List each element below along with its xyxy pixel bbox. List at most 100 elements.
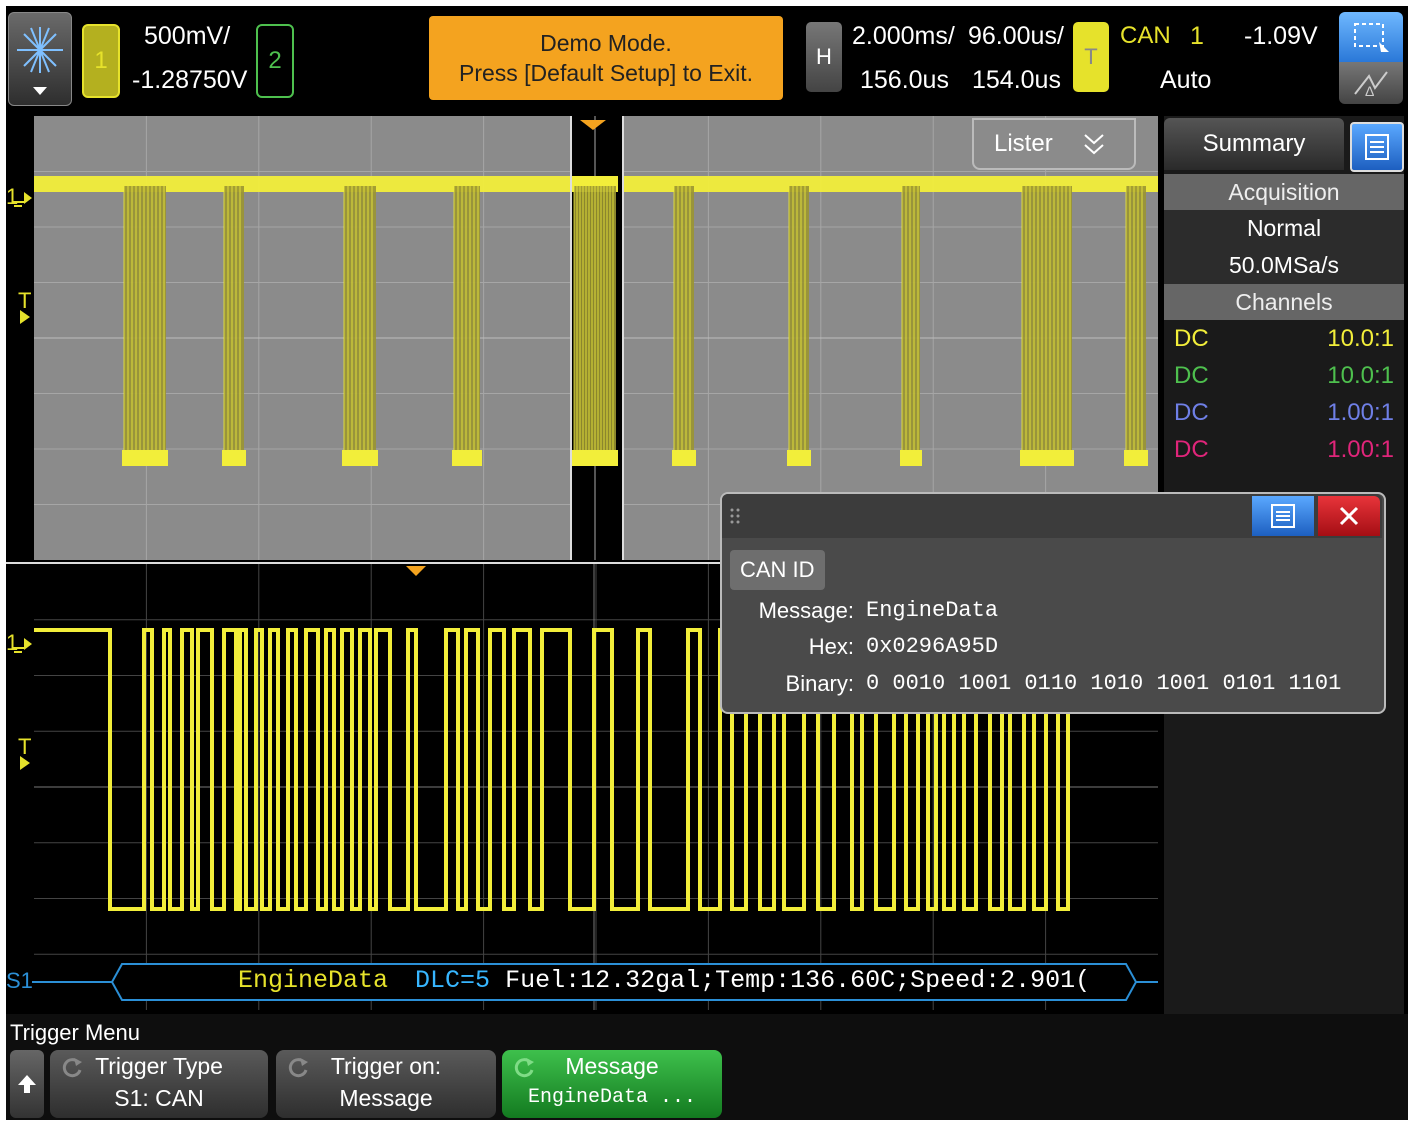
softkey-3-line-2: EngineData ... bbox=[527, 1086, 697, 1109]
channel-row[interactable]: DC 10.0:1 bbox=[1164, 320, 1404, 357]
softkey-trigger-type[interactable]: Trigger Type S1: CAN bbox=[50, 1050, 268, 1118]
zoom-ch1-ground-marker[interactable]: 1 bbox=[6, 630, 34, 658]
burst-body bbox=[902, 186, 920, 456]
popup-list-icon bbox=[1271, 504, 1295, 528]
channel-2-number: 2 bbox=[268, 47, 282, 74]
channel-row[interactable]: DC 10.0:1 bbox=[1164, 357, 1404, 394]
hex-label: Hex: bbox=[808, 634, 854, 659]
channels-header: Channels bbox=[1164, 284, 1404, 320]
decode-packet[interactable]: EngineData DLC=5 Fuel:12.32gal;Temp:136.… bbox=[238, 966, 1090, 995]
acquisition-mode: Normal bbox=[1164, 210, 1404, 247]
acquisition-header: Acquisition bbox=[1164, 174, 1404, 210]
horizontal-button[interactable]: H bbox=[806, 22, 842, 92]
zoom-trigger-arrow-icon bbox=[20, 756, 30, 770]
cursor-mode-button[interactable]: Δ bbox=[1339, 12, 1403, 104]
trigger-arrow-icon bbox=[20, 310, 30, 324]
burst-low bbox=[672, 450, 696, 466]
channel-coupling: DC bbox=[1174, 362, 1209, 389]
channel-row[interactable]: DC 1.00:1 bbox=[1164, 431, 1404, 468]
can-id-tag[interactable]: CAN ID bbox=[730, 550, 825, 590]
hex-value: 0x0296A95D bbox=[866, 634, 999, 659]
trigger-button[interactable]: T bbox=[1073, 22, 1109, 92]
burst-low bbox=[900, 450, 922, 466]
list-menu-icon bbox=[1365, 134, 1389, 160]
summary-tab[interactable]: Summary bbox=[1164, 118, 1344, 170]
t-label: T bbox=[1084, 44, 1098, 69]
trigger-channel: 1 bbox=[1190, 22, 1204, 50]
burst-low bbox=[342, 450, 378, 466]
decode-message-name: EngineData bbox=[238, 966, 389, 995]
zoom-region-box[interactable] bbox=[570, 116, 624, 560]
burst-low bbox=[452, 450, 482, 466]
trigger-level: -1.09V bbox=[1244, 22, 1318, 50]
lister-button[interactable]: Lister bbox=[972, 118, 1136, 170]
menu-logo-button[interactable] bbox=[8, 12, 72, 106]
message-label: Message: bbox=[758, 598, 854, 623]
menu-up-button[interactable] bbox=[10, 1050, 44, 1118]
burst-body bbox=[789, 186, 809, 456]
burst-low bbox=[1124, 450, 1148, 466]
channel-1-button[interactable]: 1 bbox=[82, 24, 120, 98]
serial-bus-label: S1 bbox=[6, 968, 33, 993]
ground-icon bbox=[12, 192, 32, 207]
trigger-level-marker[interactable]: T bbox=[18, 288, 31, 324]
zoom-scale: 156.0us bbox=[860, 66, 949, 94]
binary-value: 0 0010 1001 0110 1010 1001 0101 1101 bbox=[866, 671, 1342, 696]
popup-menu-button[interactable] bbox=[1252, 496, 1314, 536]
burst-body bbox=[224, 186, 244, 456]
channel-coupling: DC bbox=[1174, 325, 1209, 352]
channel-coupling: DC bbox=[1174, 436, 1209, 463]
ch1-ground-marker[interactable]: 1 bbox=[6, 184, 34, 212]
softkey-1-line-2: S1: CAN bbox=[114, 1085, 204, 1111]
measure-delta-icon: Δ bbox=[1354, 71, 1388, 99]
burst-low bbox=[122, 450, 168, 466]
drag-handle-icon[interactable] bbox=[728, 506, 742, 526]
demo-mode-banner[interactable]: Demo Mode. Press [Default Setup] to Exit… bbox=[429, 16, 783, 100]
arrow-up-icon bbox=[18, 1075, 36, 1093]
popup-close-button[interactable] bbox=[1318, 496, 1380, 536]
trigger-source: CAN bbox=[1120, 22, 1171, 49]
softkey-message[interactable]: Message EngineData ... bbox=[502, 1050, 722, 1118]
rotate-knob-icon-3 bbox=[514, 1058, 534, 1078]
can-id-popup: CAN ID Message: EngineData Hex: 0x0296A9… bbox=[720, 492, 1386, 714]
demo-line-1: Demo Mode. bbox=[540, 30, 672, 56]
channel-probe-ratio: 1.00:1 bbox=[1327, 436, 1394, 463]
softkey-trigger-on[interactable]: Trigger on: Message bbox=[276, 1050, 496, 1118]
channel-coupling: DC bbox=[1174, 399, 1209, 426]
softkey-2-line-2: Message bbox=[339, 1085, 433, 1111]
burst-low bbox=[787, 450, 811, 466]
channel-row[interactable]: DC 1.00:1 bbox=[1164, 394, 1404, 431]
rotate-knob-icon bbox=[62, 1058, 82, 1078]
demo-line-2: Press [Default Setup] to Exit. bbox=[458, 60, 754, 86]
decode-dlc: DLC=5 bbox=[415, 966, 491, 995]
channel-probe-ratio: 10.0:1 bbox=[1327, 325, 1394, 352]
burst-body bbox=[674, 186, 694, 456]
timebase-scale: 2.000ms/ bbox=[852, 22, 955, 50]
oscilloscope-screen: 1 500mV/ -1.28750V 2 Demo Mode. Press [D… bbox=[6, 6, 1408, 1120]
message-value: EngineData bbox=[866, 598, 999, 623]
binary-label: Binary: bbox=[785, 671, 854, 696]
dropdown-arrow-icon bbox=[33, 87, 47, 95]
summary-tab-label: Summary bbox=[1202, 130, 1306, 157]
menu-title: Trigger Menu bbox=[10, 1020, 141, 1045]
channel-1-number: 1 bbox=[94, 47, 108, 74]
burst-low bbox=[222, 450, 246, 466]
ch1-offset: -1.28750V bbox=[132, 66, 248, 94]
zoom-trigger-level-marker[interactable]: T bbox=[18, 734, 31, 770]
zoom-box-low bbox=[572, 450, 618, 466]
zoom-ground-icon bbox=[12, 638, 32, 653]
sample-rate: 50.0MSa/s bbox=[1164, 247, 1404, 284]
rotate-knob-icon-2 bbox=[288, 1058, 308, 1078]
channel-2-button[interactable]: 2 bbox=[256, 24, 294, 98]
popup-titlebar[interactable] bbox=[722, 494, 1382, 538]
sidebar-menu-button[interactable] bbox=[1350, 122, 1404, 172]
decode-payload: Fuel:12.32gal;Temp:136.60C;Speed:2.901( bbox=[505, 966, 1091, 995]
close-icon bbox=[1339, 506, 1359, 526]
timebase-delay: 96.00us/ bbox=[968, 22, 1064, 50]
zoom-trigger-marker-icon bbox=[406, 566, 426, 576]
burst-body bbox=[1126, 186, 1146, 456]
starburst-logo-icon bbox=[17, 27, 63, 95]
zoom-delay: 154.0us bbox=[972, 66, 1061, 94]
burst-low bbox=[1020, 450, 1074, 466]
trigger-mode: Auto bbox=[1160, 66, 1212, 94]
